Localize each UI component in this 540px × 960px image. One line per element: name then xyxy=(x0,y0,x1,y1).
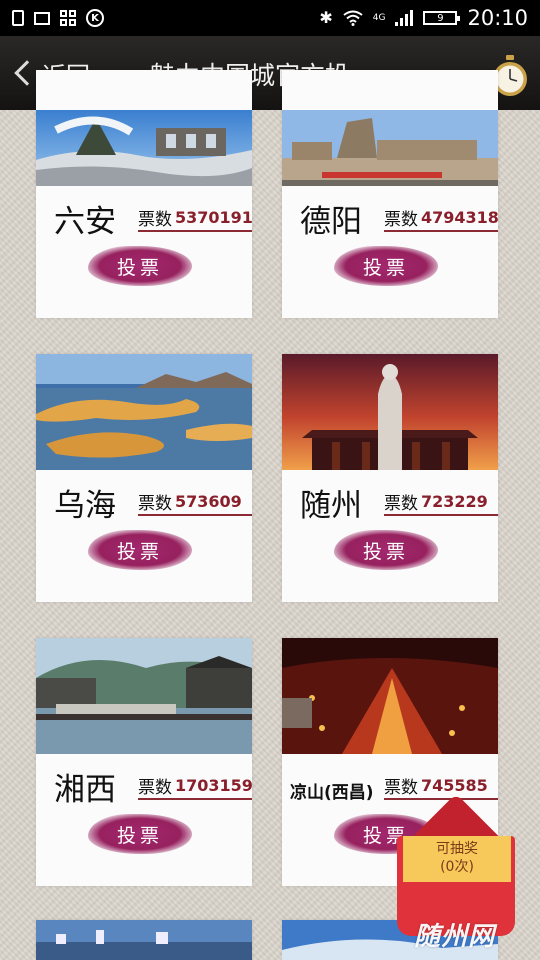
city-card-xiangxi: 湘西 票数 1703159 投票 xyxy=(36,638,253,886)
city-name: 凉山(西昌) xyxy=(290,783,374,803)
city-name: 德阳 xyxy=(300,204,362,240)
city-card-liuan: 六安 票数 5370191 投票 xyxy=(36,70,253,318)
vote-count: 票数 573609 xyxy=(138,488,252,516)
vote-button[interactable]: 投票 xyxy=(88,530,192,570)
battery-icon: 9 xyxy=(423,11,461,25)
city-name: 六安 xyxy=(54,204,116,240)
vote-button[interactable]: 投票 xyxy=(334,530,438,570)
battery-level: 9 xyxy=(437,12,444,24)
city-photo xyxy=(36,110,252,186)
city-name: 湘西 xyxy=(54,772,116,808)
votes-label: 票数 xyxy=(384,493,418,514)
city-photo xyxy=(36,638,252,754)
votes-value: 5370191 xyxy=(175,207,253,227)
vote-count: 票数 745585 xyxy=(384,772,498,800)
lottery-label: 可抽奖 xyxy=(436,841,478,857)
vote-button[interactable]: 投票 xyxy=(88,814,192,854)
vote-button-label: 投票 xyxy=(362,256,409,279)
city-photo xyxy=(36,354,252,470)
votes-label: 票数 xyxy=(138,493,172,514)
lottery-card: 可抽奖 (0次) xyxy=(403,836,511,882)
bluetooth-icon: ✱ xyxy=(319,8,333,27)
city-name: 随州 xyxy=(300,488,362,524)
vote-button-label: 投票 xyxy=(362,540,409,563)
votes-value: 745585 xyxy=(421,775,488,795)
site-watermark: 随州网 xyxy=(414,922,496,952)
lottery-count: (0次) xyxy=(440,859,474,875)
vote-count: 票数 723229 xyxy=(384,488,498,516)
network-type: 4G xyxy=(372,13,386,23)
votes-label: 票数 xyxy=(138,209,172,230)
city-name: 乌海 xyxy=(54,488,116,524)
vote-button-label: 投票 xyxy=(116,824,163,847)
votes-label: 票数 xyxy=(138,777,172,798)
wifi-icon xyxy=(343,10,363,26)
sim-icon xyxy=(12,10,24,26)
apps-icon xyxy=(60,10,76,26)
signal-icon xyxy=(395,10,414,26)
status-bar: K ✱ 4G 9 20:10 xyxy=(0,0,540,36)
clock: 20:10 xyxy=(467,6,528,30)
votes-value: 4794318 xyxy=(421,207,499,227)
k-app-icon: K xyxy=(86,9,104,27)
image-icon xyxy=(34,11,50,25)
city-photo xyxy=(282,110,498,186)
city-card-partial-left xyxy=(36,920,252,960)
city-card-suizhou: 随州 票数 723229 投票 xyxy=(282,354,498,602)
city-photo xyxy=(282,354,498,470)
vote-button-label: 投票 xyxy=(116,256,163,279)
votes-value: 723229 xyxy=(421,491,488,511)
vote-count: 票数 4794318 xyxy=(384,204,499,232)
city-card-wuhai: 乌海 票数 573609 投票 xyxy=(36,354,252,602)
votes-label: 票数 xyxy=(384,777,418,798)
city-photo xyxy=(36,920,252,960)
vote-button-label: 投票 xyxy=(116,540,163,563)
city-card-deyang: 德阳 票数 4794318 投票 xyxy=(282,70,499,318)
votes-label: 票数 xyxy=(384,209,418,230)
vote-button[interactable]: 投票 xyxy=(334,246,438,286)
vote-button[interactable]: 投票 xyxy=(88,246,192,286)
votes-value: 573609 xyxy=(175,491,242,511)
votes-value: 1703159 xyxy=(175,775,253,795)
vote-count: 票数 5370191 xyxy=(138,204,253,232)
city-photo xyxy=(282,638,498,754)
vote-count: 票数 1703159 xyxy=(138,772,253,800)
